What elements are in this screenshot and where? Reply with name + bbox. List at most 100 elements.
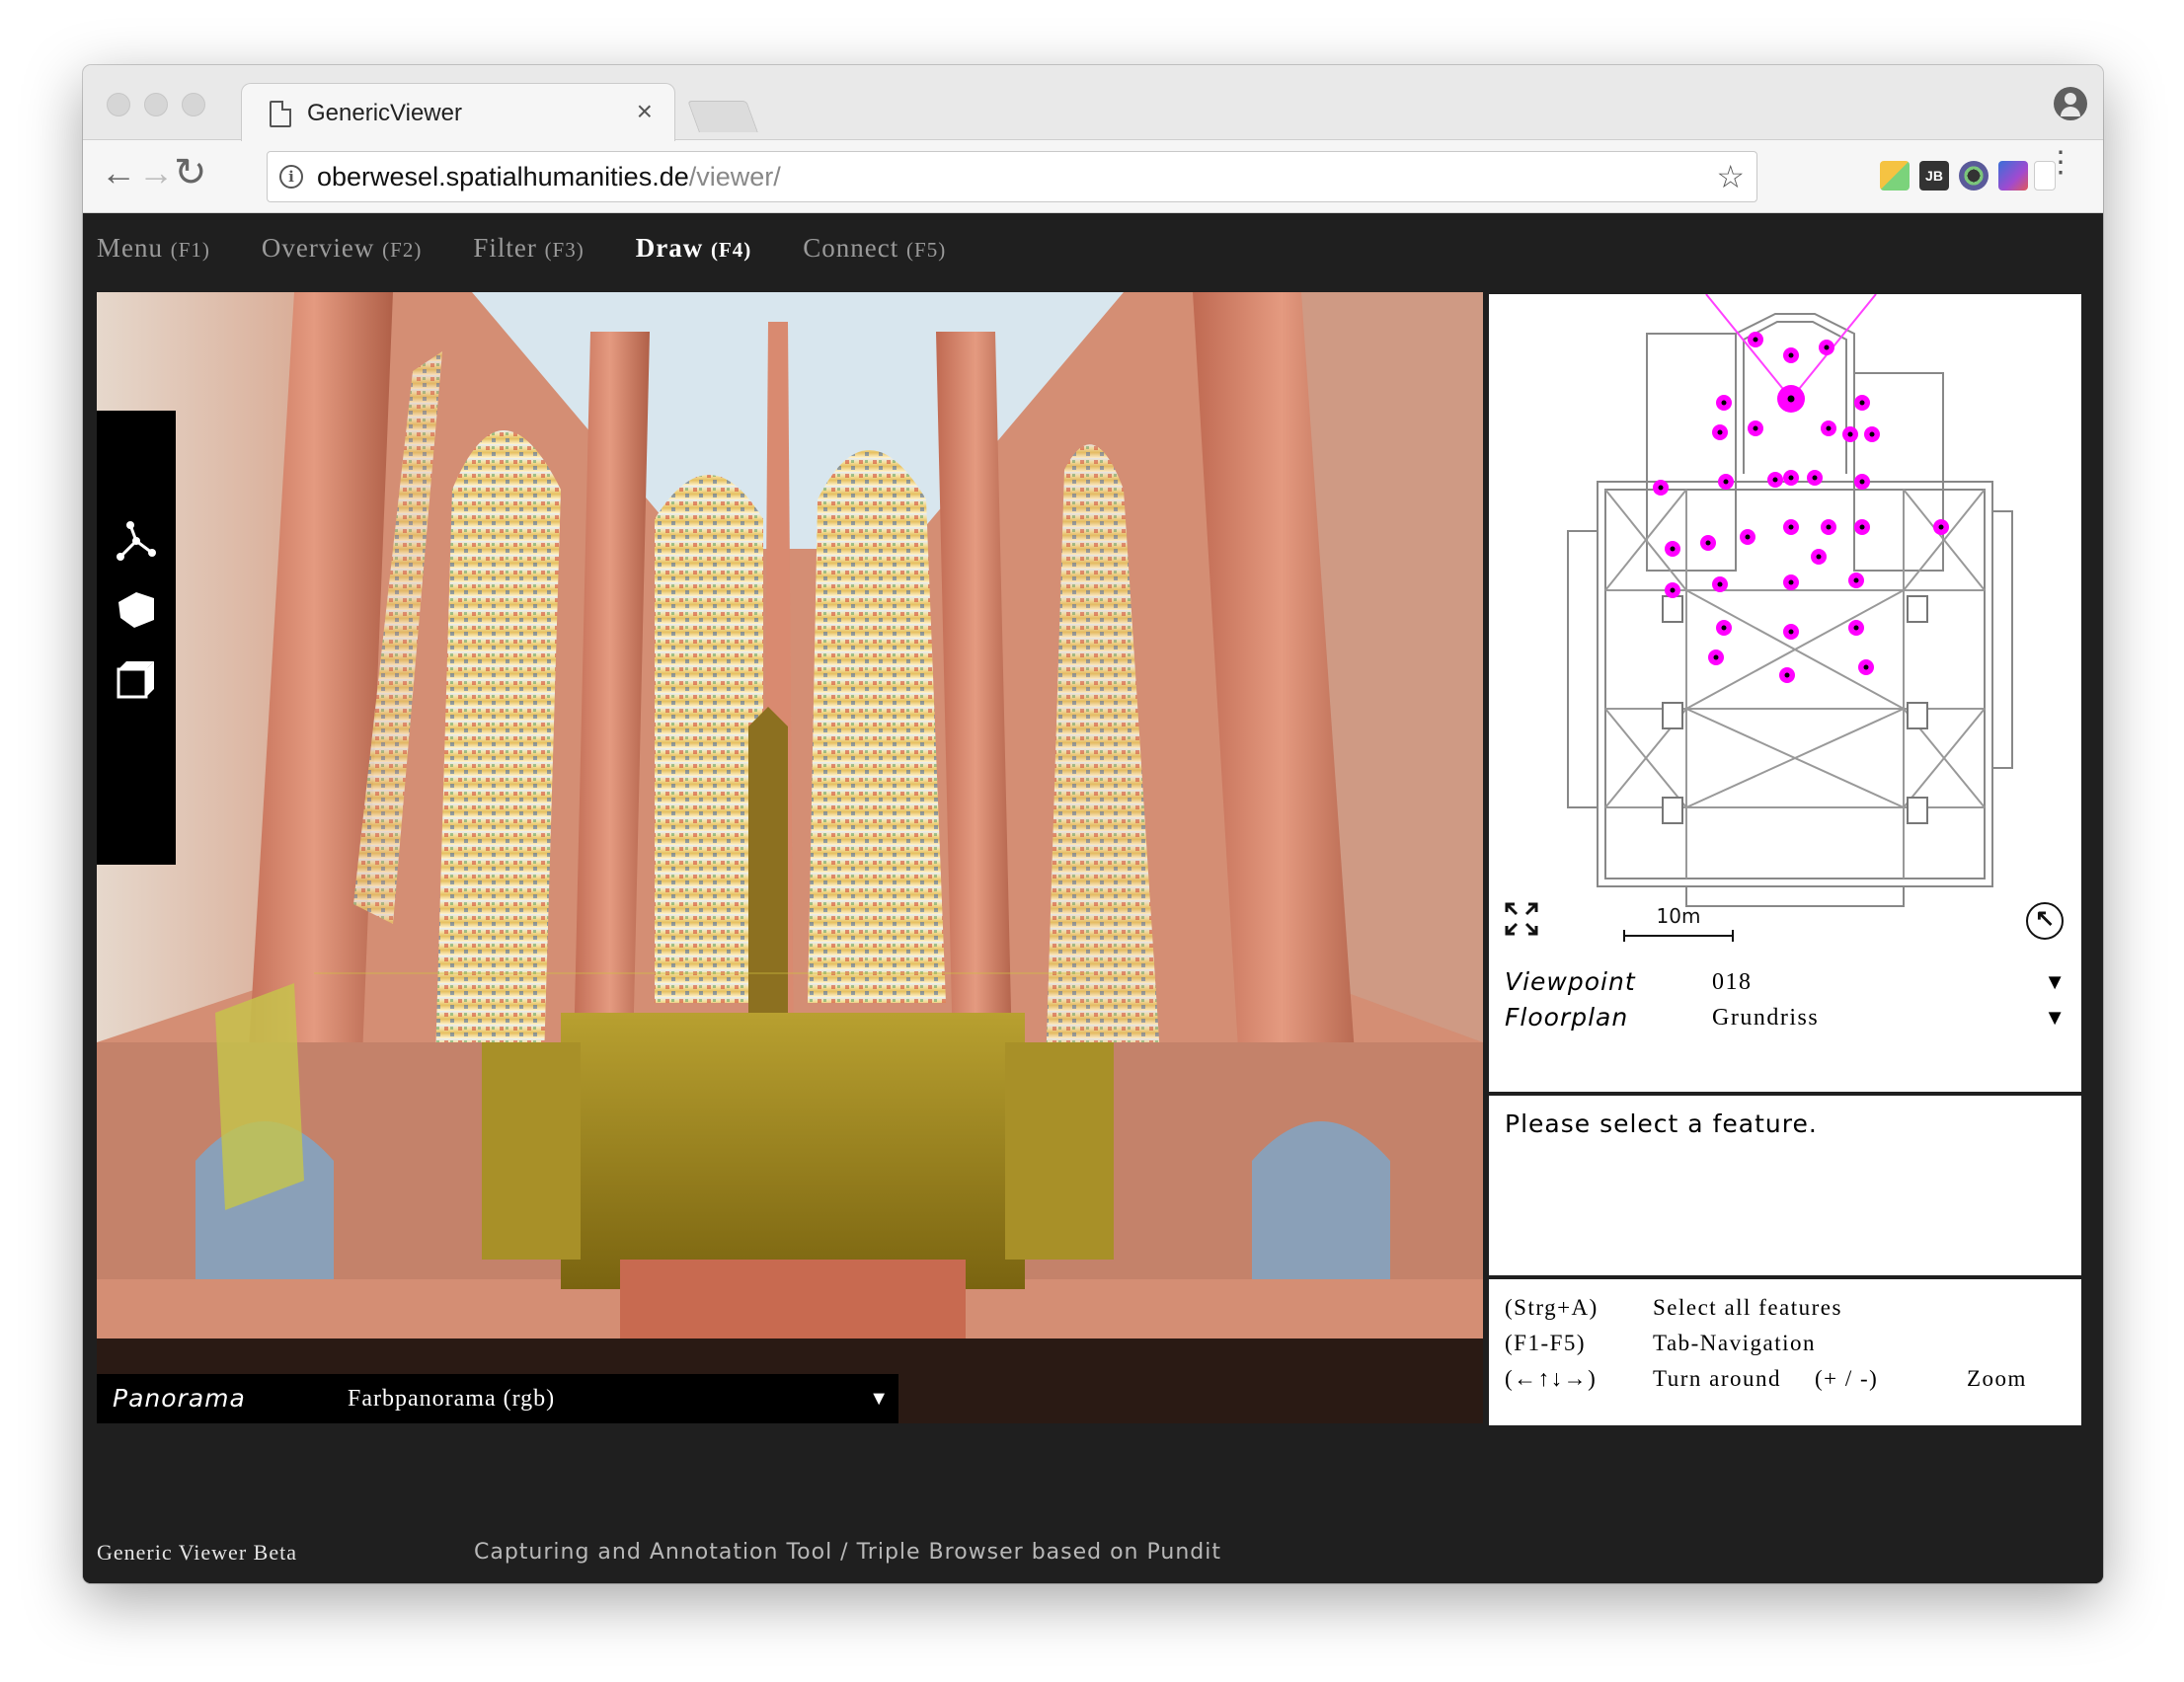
viewpoint-value: 018	[1712, 969, 1753, 995]
draw-toolbar	[97, 411, 176, 865]
extension-cube-icon[interactable]	[1880, 161, 1910, 191]
url-host: oberwesel.spatialhumanities.de	[317, 162, 689, 191]
close-window-button[interactable]	[107, 93, 130, 116]
panorama-value: Farbpanorama (rgb)	[348, 1386, 556, 1412]
nav-connect[interactable]: Connect (F5)	[803, 233, 946, 264]
floorplan-label: Floorplan	[1505, 1003, 1629, 1032]
viewpoint-marker-dot	[1713, 654, 1719, 660]
shortcut-desc: Turn around	[1653, 1366, 1782, 1391]
shortcut-key: (+ / -)	[1815, 1366, 1879, 1391]
url-path: /viewer/	[688, 162, 781, 191]
map-scale: 10m	[1623, 904, 1734, 942]
info-icon[interactable]: i	[279, 165, 303, 189]
browser-tab[interactable]: GenericViewer ×	[241, 83, 675, 141]
browser-chrome: GenericViewer × ← → ↻ i oberwesel.spatia…	[83, 65, 2103, 213]
nav-draw[interactable]: Draw (F4)	[636, 233, 752, 264]
viewpoint-marker-dot	[1745, 534, 1751, 540]
browser-menu-icon[interactable]: ⋮	[2046, 148, 2075, 178]
address-bar[interactable]: i oberwesel.spatialhumanities.de/viewer/…	[267, 151, 1757, 202]
expand-icon[interactable]	[1505, 902, 1538, 936]
floorplan-map[interactable]: 10m	[1489, 294, 2081, 946]
viewpoint-marker-dot	[1721, 400, 1727, 406]
panorama-select[interactable]: Panorama Farbpanorama (rgb) ▼	[97, 1374, 898, 1423]
viewpoint-marker-dot	[1859, 524, 1865, 530]
box-icon[interactable]	[115, 657, 158, 701]
viewpoint-marker-dot	[1753, 425, 1758, 431]
extension-jb-icon[interactable]: JB	[1919, 161, 1949, 191]
new-tab-button[interactable]	[687, 101, 758, 132]
viewpoint-marker-dot	[1772, 477, 1778, 483]
forward-button[interactable]: →	[138, 155, 174, 191]
scale-label: 10m	[1656, 904, 1701, 928]
polyline-icon[interactable]	[115, 519, 158, 563]
floorplan-select[interactable]: Floorplan Grundriss ▼	[1505, 1003, 2066, 1038]
viewpoint-marker-dot	[1863, 664, 1869, 670]
page-icon	[270, 101, 291, 127]
shortcut-desc: Zoom	[1967, 1366, 2027, 1391]
polygon-icon[interactable]	[115, 588, 158, 632]
nav-draw-key: (F4)	[710, 238, 752, 262]
viewpoint-marker-dot	[1853, 577, 1859, 583]
tab-close-icon[interactable]: ×	[637, 96, 653, 127]
nav-menu-label: Menu	[97, 233, 163, 263]
viewpoint-marker-dot	[1812, 475, 1818, 481]
shortcut-row: (Strg+A) Select all features	[1505, 1295, 2067, 1329]
main-navigation: Menu (F1) Overview (F2) Filter (F3) Draw…	[97, 233, 946, 264]
scale-line	[1623, 930, 1734, 942]
viewpoint-marker-dot	[1788, 629, 1794, 635]
nav-filter-label: Filter	[473, 233, 537, 263]
extension-chart-icon[interactable]	[1998, 161, 2028, 191]
viewpoint-marker-dot	[1753, 337, 1758, 343]
current-viewpoint-dot	[1787, 395, 1795, 403]
generic-viewer-app: Menu (F1) Overview (F2) Filter (F3) Draw…	[83, 213, 2103, 1583]
nav-filter[interactable]: Filter (F3)	[473, 233, 584, 264]
shortcut-key: (←↑↓→)	[1505, 1366, 1598, 1391]
url-text[interactable]: oberwesel.spatialhumanities.de/viewer/	[317, 162, 781, 192]
nav-overview-key: (F2)	[382, 238, 423, 262]
feature-message: Please select a feature.	[1505, 1109, 1818, 1138]
viewpoint-marker-dot	[1853, 625, 1859, 631]
viewpoint-select[interactable]: Viewpoint 018 ▼	[1505, 967, 2066, 1003]
extension-color-icon[interactable]	[1959, 161, 1989, 191]
nav-filter-key: (F3)	[544, 238, 585, 262]
nav-menu-key: (F1)	[170, 238, 210, 262]
reload-button[interactable]: ↻	[174, 153, 207, 192]
profile-icon[interactable]	[2054, 87, 2087, 120]
viewpoint-marker-dot	[1826, 425, 1832, 431]
browser-window: GenericViewer × ← → ↻ i oberwesel.spatia…	[83, 65, 2103, 1583]
chevron-down-icon[interactable]: ▼	[869, 1388, 889, 1411]
viewpoint-marker-dot	[1859, 479, 1865, 485]
nav-overview[interactable]: Overview (F2)	[262, 233, 422, 264]
shortcut-desc: Select all features	[1653, 1295, 1842, 1320]
minimize-window-button[interactable]	[144, 93, 168, 116]
nav-connect-key: (F5)	[906, 238, 947, 262]
nav-menu[interactable]: Menu (F1)	[97, 233, 210, 264]
viewpoint-marker-dot	[1826, 524, 1832, 530]
shortcut-key: (Strg+A)	[1505, 1295, 1599, 1320]
maximize-window-button[interactable]	[182, 93, 205, 116]
chevron-down-icon[interactable]: ▼	[2044, 969, 2066, 995]
tab-title: GenericViewer	[307, 100, 462, 126]
compass-icon[interactable]	[2026, 902, 2064, 940]
shortcut-key: (F1-F5)	[1505, 1331, 1587, 1355]
back-button[interactable]: ←	[101, 155, 136, 191]
shortcut-desc: Tab-Navigation	[1653, 1331, 1817, 1355]
viewpoint-info: Viewpoint 018 ▼ Floorplan Grundriss ▼	[1489, 946, 2081, 1094]
panorama-viewer[interactable]: Panorama Farbpanorama (rgb) ▼	[97, 292, 1483, 1423]
viewpoint-marker-dot	[1788, 475, 1794, 481]
chevron-down-icon[interactable]: ▼	[2044, 1005, 2066, 1031]
viewpoint-label: Viewpoint	[1505, 967, 1636, 996]
floorplan-drawing[interactable]	[1489, 294, 2081, 946]
viewpoint-marker-dot	[1816, 554, 1822, 560]
panorama-image[interactable]	[97, 292, 1483, 1423]
shortcut-row: (F1-F5) Tab-Navigation	[1505, 1331, 2067, 1364]
viewpoint-marker-dot	[1670, 546, 1676, 552]
floorplan-value: Grundriss	[1712, 1005, 1820, 1031]
side-panel: 10m Viewpoint 018 ▼ Floorplan Grundriss …	[1489, 294, 2081, 1425]
shortcut-row: (←↑↓→) Turn around (+ / -) Zoom	[1505, 1366, 2067, 1400]
bookmark-star-icon[interactable]: ☆	[1716, 158, 1745, 195]
shortcuts-panel: (Strg+A) Select all features (F1-F5) Tab…	[1489, 1279, 2081, 1425]
viewpoint-marker-dot	[1938, 524, 1944, 530]
nav-draw-label: Draw	[635, 233, 704, 263]
viewpoint-marker-dot	[1788, 352, 1794, 358]
